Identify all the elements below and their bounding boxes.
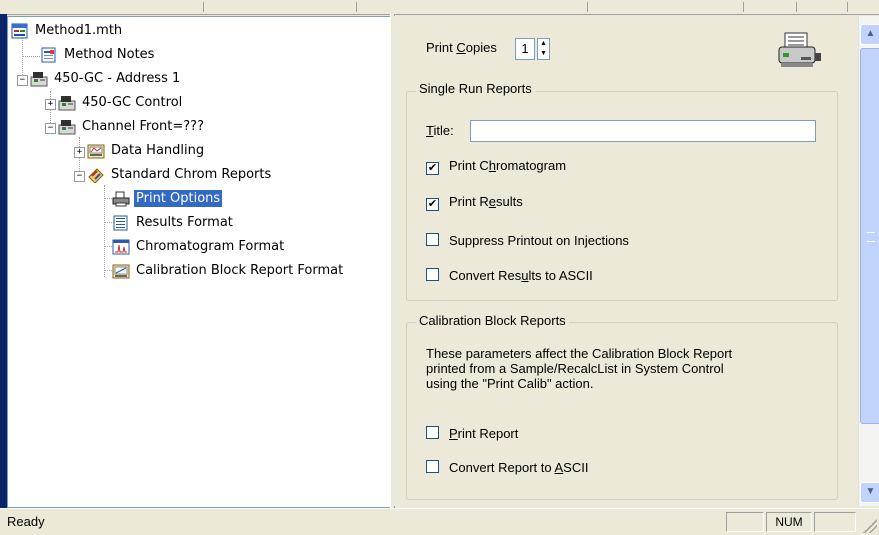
toolbar-segment (588, 2, 744, 12)
toolbar-segment (357, 2, 588, 12)
tree-item-label: Calibration Block Report Format (136, 263, 344, 278)
tree-item-results-format[interactable]: Results Format (112, 213, 235, 233)
notes-icon (40, 47, 58, 63)
scroll-down-icon[interactable]: ▼ (860, 482, 879, 503)
checkbox-checked-icon[interactable]: ✔ (426, 198, 439, 211)
checkbox-unchecked-icon[interactable] (426, 426, 439, 439)
calibration-description: These parameters affect the Calibration … (426, 346, 733, 391)
status-text: Ready (7, 514, 45, 529)
collapse-toggle[interactable]: − (17, 75, 28, 86)
tree-item-label: Method Notes (64, 47, 155, 62)
printer-icon (777, 31, 825, 73)
window-edge (0, 14, 7, 508)
collapse-toggle[interactable]: − (45, 123, 56, 134)
checkbox-checked-icon[interactable]: ✔ (426, 162, 439, 175)
spin-up-icon[interactable]: ▲ (538, 39, 549, 49)
tree-item-data-handling[interactable]: Data Handling (87, 141, 206, 161)
single-run-reports-title: Single Run Reports (416, 81, 535, 96)
checkbox-unchecked-icon[interactable] (426, 233, 439, 246)
tree-item-label: Chromatogram Format (136, 239, 285, 254)
tree-item-label: 450-GC Control (82, 95, 183, 110)
printer-icon (112, 191, 130, 207)
collapse-toggle[interactable]: − (74, 171, 85, 182)
reports-icon (87, 167, 105, 184)
status-cell (726, 512, 764, 532)
print-copies-label: Print Copies (426, 40, 497, 55)
num-lock-indicator: NUM (766, 512, 812, 532)
gc-instrument-icon (58, 95, 76, 111)
tree-item-label: 450-GC - Address 1 (54, 71, 181, 86)
tree-item-gc-address[interactable]: 450-GC - Address 1 (30, 69, 182, 89)
toolbar-segment (204, 2, 357, 12)
results-format-icon (112, 215, 130, 231)
expand-toggle[interactable]: + (45, 99, 56, 110)
scroll-thumb[interactable] (860, 48, 879, 424)
toolbar-strip (0, 0, 879, 15)
title-input[interactable] (470, 120, 816, 142)
print-options-panel: Print Copies 1 ▲ ▼ Single Run Reports Ti… (394, 16, 858, 506)
resize-grip-icon[interactable] (863, 519, 877, 533)
gc-instrument-icon (30, 71, 48, 87)
convert-report-ascii-checkbox[interactable]: Convert Report to ASCII (426, 460, 588, 475)
tree-item-label: Channel Front=??? (82, 119, 204, 134)
print-results-checkbox[interactable]: ✔ Print Results (426, 194, 523, 211)
toolbar-segment (0, 2, 204, 12)
tree-line (22, 35, 23, 79)
calibration-block-reports-title: Calibration Block Reports (416, 313, 569, 328)
print-chromatogram-checkbox[interactable]: ✔ Print Chromatogram (426, 158, 566, 175)
expand-toggle[interactable]: + (74, 147, 85, 158)
tree-item-label: Data Handling (111, 143, 205, 158)
gc-instrument-icon (58, 119, 76, 135)
vertical-scrollbar[interactable]: ▲ ▼ (858, 16, 879, 506)
tree-item-standard-chrom-reports[interactable]: Standard Chrom Reports (87, 165, 273, 185)
scroll-up-icon[interactable]: ▲ (860, 24, 879, 45)
spin-down-icon[interactable]: ▼ (538, 49, 549, 59)
scroll-grip (867, 232, 875, 242)
status-bar: Ready NUM (0, 508, 879, 535)
print-report-checkbox[interactable]: Print Report (426, 426, 518, 441)
checkbox-unchecked-icon[interactable] (426, 268, 439, 281)
tree-item-chromatogram-format[interactable]: Chromatogram Format (112, 237, 286, 257)
tree-item-method-notes[interactable]: Method Notes (40, 45, 156, 65)
method-file-icon (11, 23, 29, 39)
print-copies-stepper[interactable]: ▲ ▼ (537, 38, 550, 60)
chromatogram-icon (112, 239, 130, 255)
tree-item-gc-control[interactable]: 450-GC Control (58, 93, 184, 113)
suppress-printout-checkbox[interactable]: Suppress Printout on Injections (426, 233, 629, 248)
method-tree[interactable]: − + − + − Method1.mth Method Notes 450-G… (7, 16, 391, 508)
tree-line (22, 56, 40, 57)
convert-results-ascii-checkbox[interactable]: Convert Results to ASCII (426, 268, 593, 283)
tree-item-channel-front[interactable]: Channel Front=??? (58, 117, 206, 137)
tree-item-label: Standard Chrom Reports (111, 167, 272, 182)
toolbar-segment (797, 2, 848, 12)
data-handling-icon (87, 143, 105, 159)
tree-item-label: Print Options (134, 190, 223, 207)
title-label: Title: (426, 123, 454, 138)
print-copies-input[interactable]: 1 (515, 38, 535, 60)
checkbox-unchecked-icon[interactable] (426, 460, 439, 473)
tree-item-label: Method1.mth (35, 23, 123, 38)
toolbar-segment (744, 2, 797, 12)
tree-item-calibration-block-report-format[interactable]: Calibration Block Report Format (112, 261, 345, 281)
status-cell (814, 512, 856, 532)
tree-item-label: Results Format (136, 215, 233, 230)
tree-item-method-file[interactable]: Method1.mth (11, 21, 124, 41)
tree-item-print-options[interactable]: Print Options (112, 189, 223, 209)
calibration-icon (112, 263, 130, 279)
